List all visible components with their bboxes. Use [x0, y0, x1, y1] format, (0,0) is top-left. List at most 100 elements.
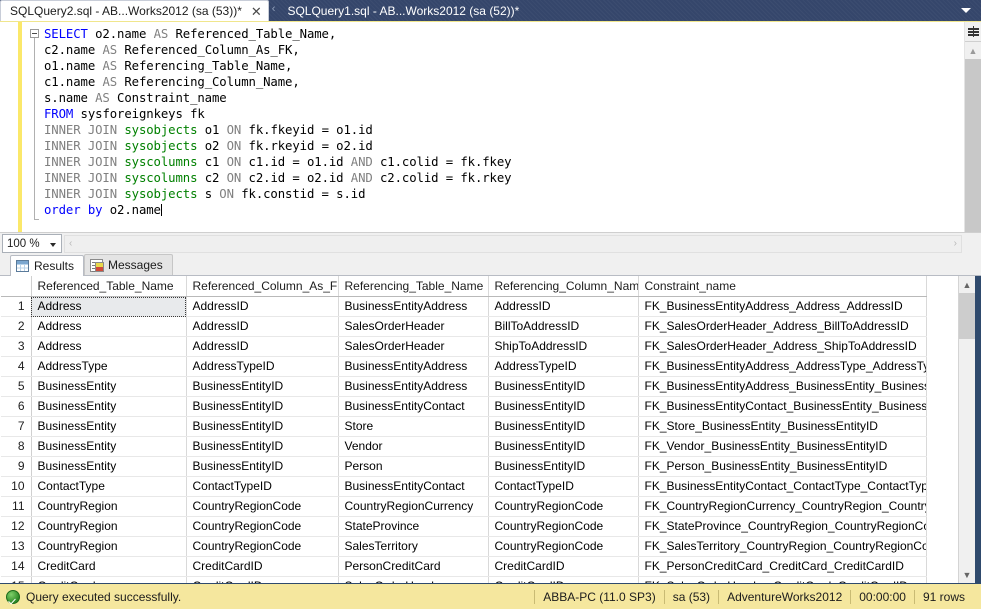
scroll-left-icon[interactable]: ‹: [69, 238, 72, 249]
table-cell[interactable]: AddressID: [488, 296, 639, 317]
table-row[interactable]: 14 CreditCard CreditCardID PersonCreditCard…: [1, 556, 927, 577]
table-cell[interactable]: FK_StateProvince_CountryRegion_CountryRe…: [638, 516, 927, 537]
table-cell[interactable]: BusinessEntityAddress: [338, 356, 489, 377]
editor-split-handle[interactable]: [965, 22, 981, 42]
table-cell[interactable]: CountryRegion: [31, 516, 187, 537]
table-cell[interactable]: BusinessEntityID: [186, 456, 339, 477]
row-number[interactable]: 12: [1, 516, 32, 537]
results-grid[interactable]: Referenced_Table_Name Referenced_Column_…: [1, 276, 927, 583]
table-cell[interactable]: AddressType: [31, 356, 187, 377]
table-row[interactable]: 3 Address AddressID SalesOrderHeader ShipToA…: [1, 336, 927, 357]
editor-vertical-scrollbar[interactable]: ▲: [964, 22, 981, 232]
table-cell[interactable]: FK_Person_BusinessEntity_BusinessEntityI…: [638, 456, 927, 477]
scroll-down-icon[interactable]: ▼: [959, 566, 975, 583]
table-cell[interactable]: Person: [338, 456, 489, 477]
table-cell[interactable]: SalesOrderHeader: [338, 576, 489, 583]
tab-results[interactable]: Results: [10, 255, 85, 276]
column-header-0[interactable]: Referenced_Table_Name: [31, 276, 187, 297]
row-number[interactable]: 10: [1, 476, 32, 497]
table-row[interactable]: 5 BusinessEntity BusinessEntityID BusinessE…: [1, 376, 927, 397]
table-cell[interactable]: FK_Vendor_BusinessEntity_BusinessEntityI…: [638, 436, 927, 457]
close-icon[interactable]: ✕: [251, 5, 262, 18]
table-cell[interactable]: FK_BusinessEntityAddress_Address_Address…: [638, 296, 927, 317]
zoom-level-select[interactable]: 100 %: [2, 234, 62, 253]
table-cell[interactable]: AddressID: [186, 296, 339, 317]
row-number[interactable]: 4: [1, 356, 32, 377]
row-number[interactable]: 2: [1, 316, 32, 337]
column-header-1[interactable]: Referenced_Column_As_FK: [186, 276, 339, 297]
table-cell[interactable]: BusinessEntityID: [488, 376, 639, 397]
table-cell[interactable]: BusinessEntityID: [488, 396, 639, 417]
table-row[interactable]: 2 Address AddressID SalesOrderHeader BillToA…: [1, 316, 927, 337]
table-cell[interactable]: AddressTypeID: [488, 356, 639, 377]
table-cell[interactable]: CreditCardID: [488, 576, 639, 583]
table-cell[interactable]: CountryRegionCode: [186, 536, 339, 557]
table-cell[interactable]: BusinessEntity: [31, 396, 187, 417]
tab-scroll-left-icon[interactable]: ‹: [269, 3, 279, 18]
table-cell[interactable]: Store: [338, 416, 489, 437]
scroll-up-icon[interactable]: ▲: [959, 276, 975, 293]
table-cell[interactable]: CreditCardID: [488, 556, 639, 577]
editor-text[interactable]: SELECT o2.name AS Referenced_Table_Name,…: [44, 22, 964, 232]
table-cell[interactable]: CountryRegionCode: [186, 516, 339, 537]
row-number[interactable]: 3: [1, 336, 32, 357]
table-cell[interactable]: CountryRegion: [31, 496, 187, 517]
table-cell[interactable]: Address: [31, 336, 187, 357]
table-cell[interactable]: Vendor: [338, 436, 489, 457]
table-cell[interactable]: FK_BusinessEntityAddress_AddressType_Add…: [638, 356, 927, 377]
table-cell[interactable]: FK_PersonCreditCard_CreditCard_CreditCar…: [638, 556, 927, 577]
results-grid-scroll-area[interactable]: Referenced_Table_Name Referenced_Column_…: [1, 276, 958, 583]
table-cell[interactable]: BusinessEntity: [31, 376, 187, 397]
table-cell[interactable]: FK_SalesOrderHeader_Address_BillToAddres…: [638, 316, 927, 337]
table-row[interactable]: 6 BusinessEntity BusinessEntityID BusinessE…: [1, 396, 927, 417]
table-cell[interactable]: PersonCreditCard: [338, 556, 489, 577]
table-cell[interactable]: BusinessEntityID: [186, 396, 339, 417]
table-cell[interactable]: ShipToAddressID: [488, 336, 639, 357]
row-number[interactable]: 9: [1, 456, 32, 477]
scroll-up-icon[interactable]: ▲: [965, 42, 981, 59]
table-cell[interactable]: CountryRegionCode: [488, 516, 639, 537]
table-cell[interactable]: AddressTypeID: [186, 356, 339, 377]
table-cell[interactable]: BusinessEntityContact: [338, 476, 489, 497]
table-cell[interactable]: BusinessEntity: [31, 416, 187, 437]
row-number[interactable]: 11: [1, 496, 32, 517]
table-cell[interactable]: BusinessEntity: [31, 436, 187, 457]
table-cell[interactable]: Address: [31, 316, 187, 337]
table-cell[interactable]: FK_BusinessEntityContact_BusinessEntity_…: [638, 396, 927, 417]
table-cell[interactable]: FK_Store_BusinessEntity_BusinessEntityID: [638, 416, 927, 437]
column-header-2[interactable]: Referencing_Table_Name: [338, 276, 489, 297]
column-header-4[interactable]: Constraint_name: [638, 276, 927, 297]
tab-sqlquery1[interactable]: SQLQuery1.sql - AB...Works2012 (sa (52))…: [278, 0, 525, 21]
results-scroll-thumb[interactable]: [959, 293, 975, 339]
table-cell[interactable]: CreditCard: [31, 556, 187, 577]
row-number[interactable]: 1: [1, 296, 32, 317]
row-number[interactable]: 6: [1, 396, 32, 417]
tab-messages[interactable]: Messages: [84, 254, 173, 275]
table-row[interactable]: 15CreditCardCreditCardIDSalesOrderHeader…: [1, 576, 927, 583]
row-number[interactable]: 14: [1, 556, 32, 577]
table-cell[interactable]: BusinessEntityID: [186, 376, 339, 397]
table-cell[interactable]: CountryRegionCode: [488, 536, 639, 557]
row-number[interactable]: 13: [1, 536, 32, 557]
row-number[interactable]: 7: [1, 416, 32, 437]
table-cell[interactable]: CreditCardID: [186, 556, 339, 577]
table-cell[interactable]: CreditCard: [31, 576, 187, 583]
table-row[interactable]: 4 AddressType AddressTypeID BusinessEntityA…: [1, 356, 927, 377]
table-row[interactable]: 9 BusinessEntity BusinessEntityID Person Bus…: [1, 456, 927, 477]
table-cell[interactable]: SalesTerritory: [338, 536, 489, 557]
editor-outlining-margin[interactable]: [27, 22, 44, 232]
table-row[interactable]: 7 BusinessEntity BusinessEntityID Store Busi…: [1, 416, 927, 437]
table-cell[interactable]: AddressID: [186, 316, 339, 337]
table-cell[interactable]: BusinessEntityID: [488, 416, 639, 437]
table-cell[interactable]: FK_SalesOrderHeader_CreditCard_CreditCar…: [638, 576, 927, 583]
table-cell[interactable]: SalesOrderHeader: [338, 336, 489, 357]
editor-horizontal-scrollbar[interactable]: ‹ ›: [64, 234, 962, 253]
table-cell[interactable]: CreditCardID: [186, 576, 339, 583]
table-cell[interactable]: CountryRegionCode: [488, 496, 639, 517]
table-cell[interactable]: SalesOrderHeader: [338, 316, 489, 337]
table-cell[interactable]: FK_SalesTerritory_CountryRegion_CountryR…: [638, 536, 927, 557]
scroll-right-icon[interactable]: ›: [954, 238, 957, 249]
table-cell[interactable]: BusinessEntityID: [186, 416, 339, 437]
table-row[interactable]: 10 ContactType ContactTypeID BusinessEntity…: [1, 476, 927, 497]
row-number[interactable]: 5: [1, 376, 32, 397]
